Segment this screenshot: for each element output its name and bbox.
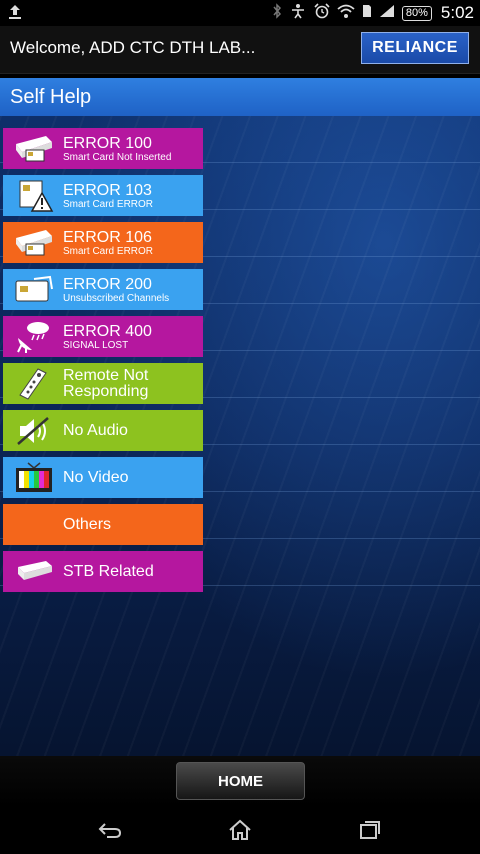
- mute-icon: [5, 412, 63, 450]
- tv-icon: [5, 459, 63, 497]
- blank-icon-space: [5, 506, 63, 544]
- list-row: STB Related: [0, 539, 480, 592]
- list-row: ERROR 103 Smart Card ERROR: [0, 163, 480, 216]
- welcome-text: Welcome, ADD CTC DTH LAB...: [10, 38, 256, 57]
- recents-icon[interactable]: [350, 816, 390, 844]
- tile-title: STB Related: [63, 563, 154, 580]
- tile-title: No Video: [63, 469, 129, 486]
- main-content: ERROR 100 Smart Card Not Inserted ERROR …: [0, 116, 480, 756]
- system-nav-bar: [0, 806, 480, 854]
- bottom-bar: HOME: [0, 756, 480, 806]
- list-row: ERROR 200 Unsubscribed Channels: [0, 257, 480, 310]
- dish-cloud-icon: [5, 318, 63, 356]
- tile-title: Others: [63, 516, 112, 533]
- tile-subtitle: Unsubscribed Channels: [63, 292, 170, 304]
- tile-subtitle: SIGNAL LOST: [63, 339, 129, 351]
- wifi-icon: [337, 3, 355, 24]
- list-row: No Video: [0, 445, 480, 498]
- stb-icon: [5, 553, 63, 591]
- list-row: ERROR 400 SIGNAL LOST: [0, 304, 480, 357]
- smartcard-warning-icon: [5, 177, 63, 215]
- stb-related-button[interactable]: STB Related: [3, 551, 203, 592]
- card-icon: [5, 271, 63, 309]
- alarm-icon: [314, 2, 330, 24]
- home-button[interactable]: HOME: [176, 762, 305, 800]
- back-icon[interactable]: [90, 816, 130, 844]
- tile-title: ERROR 103: [63, 181, 152, 199]
- tile-title: ERROR 400: [63, 322, 152, 340]
- page-title: Self Help: [10, 86, 92, 108]
- list-row: ERROR 106 Smart Card ERROR: [0, 210, 480, 263]
- stb-card-icon: [5, 224, 63, 262]
- tile-subtitle: Smart Card ERROR: [63, 198, 154, 210]
- tile-title: Remote Not Responding: [63, 366, 149, 400]
- battery-level: 80%: [401, 5, 432, 21]
- tile-subtitle: Smart Card ERROR: [63, 245, 154, 257]
- list-row: ERROR 100 Smart Card Not Inserted: [0, 116, 480, 169]
- signal-icon: [379, 4, 395, 23]
- list-row: Others: [0, 492, 480, 545]
- tile-title: ERROR 100: [63, 134, 152, 152]
- upload-icon: [8, 3, 22, 26]
- reliance-logo: RELIANCE: [361, 32, 469, 64]
- app-header: Welcome, ADD CTC DTH LAB... RELIANCE: [0, 26, 480, 74]
- list-row: Remote Not Responding: [0, 351, 480, 404]
- home-icon[interactable]: [220, 816, 260, 844]
- tile-title: ERROR 200: [63, 275, 152, 293]
- stb-card-icon: [5, 130, 63, 168]
- title-bar: Self Help: [0, 78, 480, 116]
- tile-title: ERROR 106: [63, 228, 152, 246]
- bluetooth-icon: [272, 2, 282, 24]
- clock: 5:02: [440, 3, 474, 22]
- sim-icon: [362, 4, 372, 23]
- remote-icon: [5, 365, 63, 403]
- list-row: No Audio: [0, 398, 480, 451]
- tile-subtitle: Smart Card Not Inserted: [63, 151, 172, 163]
- accessibility-icon: [289, 3, 307, 24]
- tile-title: No Audio: [63, 422, 128, 439]
- status-bar: 80% 5:02: [0, 0, 480, 26]
